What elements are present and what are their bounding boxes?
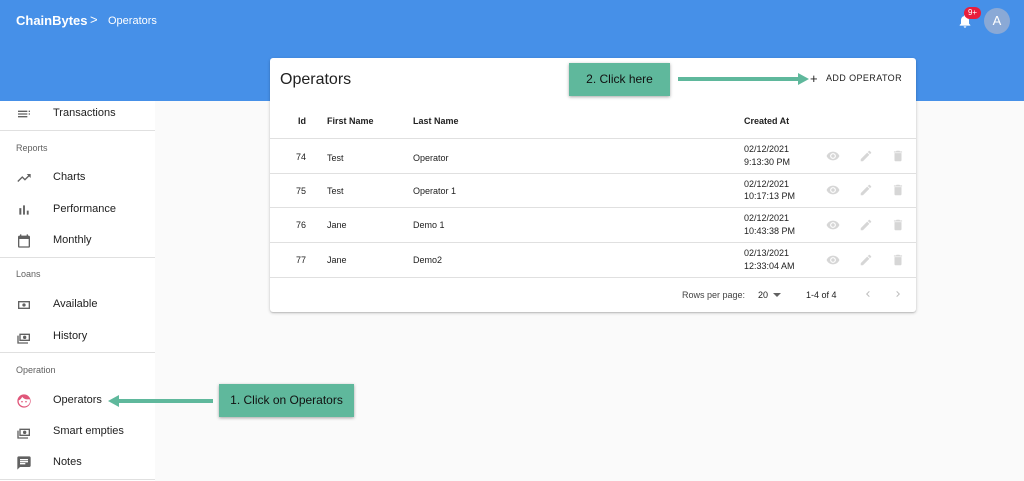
sidebar-item-transactions[interactable]: Transactions: [0, 101, 155, 127]
breadcrumb-separator: >: [90, 12, 98, 27]
chevron-left-icon[interactable]: [862, 287, 874, 301]
sidebar-item-history[interactable]: History: [0, 324, 155, 350]
plus-icon: +: [810, 70, 818, 86]
cell-created-time: 10:17:13 PM: [744, 191, 796, 201]
cell-last-name: Operator 1: [413, 186, 457, 196]
divider: [0, 479, 155, 480]
sidebar-item-label: Smart empties: [53, 425, 124, 437]
sidebar: Transactions Reports Charts Performance …: [0, 101, 155, 481]
cell-first-name: Test: [327, 186, 344, 196]
callout-step-1: 1. Click on Operators: [219, 384, 354, 417]
sidebar-item-charts[interactable]: Charts: [0, 165, 155, 191]
cell-first-name: Jane: [327, 255, 347, 265]
delete-icon[interactable]: [891, 253, 905, 267]
cell-created-date: 02/12/2021: [744, 179, 790, 189]
column-header-id[interactable]: Id: [298, 116, 306, 126]
sidebar-item-monthly[interactable]: Monthly: [0, 228, 155, 254]
caret-down-icon[interactable]: [773, 293, 781, 297]
divider: [270, 207, 916, 208]
column-header-last-name[interactable]: Last Name: [413, 116, 459, 126]
cell-created-date: 02/13/2021: [744, 248, 790, 258]
sidebar-item-label: Operators: [53, 394, 102, 406]
column-header-created-at[interactable]: Created At: [744, 116, 789, 126]
notes-icon: [17, 456, 31, 470]
sidebar-item-smart-empties[interactable]: Smart empties: [0, 419, 155, 445]
cell-first-name: Test: [327, 153, 344, 163]
rows-per-page-select[interactable]: 20: [758, 290, 768, 300]
cell-id: 75: [296, 186, 307, 196]
section-title-operation: Operation: [16, 365, 56, 375]
cell-created-time: 9:13:30 PM: [744, 157, 791, 167]
avatar[interactable]: A: [984, 8, 1010, 34]
divider: [0, 352, 155, 353]
view-icon[interactable]: [826, 218, 840, 232]
pagination-range: 1-4 of 4: [806, 290, 837, 300]
column-header-first-name[interactable]: First Name: [327, 116, 374, 126]
callout-step-2-text: 2. Click here: [586, 72, 653, 86]
add-operator-label: ADD OPERATOR: [826, 73, 902, 83]
cell-id: 74: [296, 152, 307, 162]
arrow-right-icon: [678, 73, 809, 85]
money-stack-icon: [17, 428, 30, 439]
list-icon: [18, 110, 30, 118]
divider: [0, 257, 155, 258]
cell-id: 76: [296, 220, 307, 230]
view-icon[interactable]: [826, 253, 840, 267]
divider: [270, 173, 916, 174]
sidebar-item-notes[interactable]: Notes: [0, 450, 155, 476]
callout-step-1-text: 1. Click on Operators: [230, 393, 343, 407]
sidebar-item-performance[interactable]: Performance: [0, 197, 155, 223]
cell-created-time: 10:43:38 PM: [744, 226, 796, 236]
delete-icon[interactable]: [891, 149, 905, 163]
edit-icon[interactable]: [859, 149, 873, 163]
trending-up-icon: [17, 174, 31, 182]
sidebar-item-label: Notes: [53, 456, 82, 468]
arrow-left-icon: [108, 395, 213, 407]
divider: [270, 138, 916, 139]
edit-icon[interactable]: [859, 253, 873, 267]
view-icon[interactable]: [826, 183, 840, 197]
section-title-loans: Loans: [16, 269, 41, 279]
face-icon: [17, 394, 31, 408]
edit-icon[interactable]: [859, 183, 873, 197]
sidebar-item-label: Charts: [53, 171, 86, 183]
money-stack-icon: [17, 333, 30, 344]
sidebar-item-label: Performance: [53, 203, 116, 215]
cell-last-name: Demo2: [413, 255, 443, 265]
cell-created-date: 02/12/2021: [744, 144, 790, 154]
sidebar-item-available[interactable]: Available: [0, 292, 155, 318]
page-title: Operators: [280, 71, 352, 88]
divider: [0, 130, 155, 131]
sidebar-item-label: Monthly: [53, 234, 92, 246]
cell-id: 77: [296, 255, 307, 265]
sidebar-item-label: Transactions: [53, 107, 116, 119]
notification-badge: 9+: [964, 7, 981, 19]
brand-title[interactable]: ChainBytes: [16, 13, 88, 28]
cell-last-name: Operator: [413, 153, 449, 163]
bar-chart-icon: [19, 205, 29, 215]
delete-icon[interactable]: [891, 183, 905, 197]
delete-icon[interactable]: [891, 218, 905, 232]
breadcrumb: Operators: [108, 15, 157, 27]
view-icon[interactable]: [826, 149, 840, 163]
money-icon: [18, 301, 30, 309]
add-operator-button[interactable]: + ADD OPERATOR: [810, 70, 902, 87]
cell-first-name: Jane: [327, 220, 347, 230]
rows-per-page-label: Rows per page:: [682, 290, 746, 300]
sidebar-item-label: History: [53, 330, 88, 342]
operators-card: Operators + ADD OPERATOR Id First Name La…: [270, 58, 916, 312]
section-title-reports: Reports: [16, 143, 48, 153]
calendar-icon: [18, 234, 30, 248]
divider: [270, 242, 916, 243]
divider: [270, 277, 916, 278]
edit-icon[interactable]: [859, 218, 873, 232]
chevron-right-icon[interactable]: [892, 287, 904, 301]
callout-step-2: 2. Click here: [569, 63, 670, 96]
cell-created-time: 12:33:04 AM: [744, 261, 795, 271]
cell-last-name: Demo 1: [413, 220, 445, 230]
sidebar-item-label: Available: [53, 298, 98, 310]
cell-created-date: 02/12/2021: [744, 213, 790, 223]
